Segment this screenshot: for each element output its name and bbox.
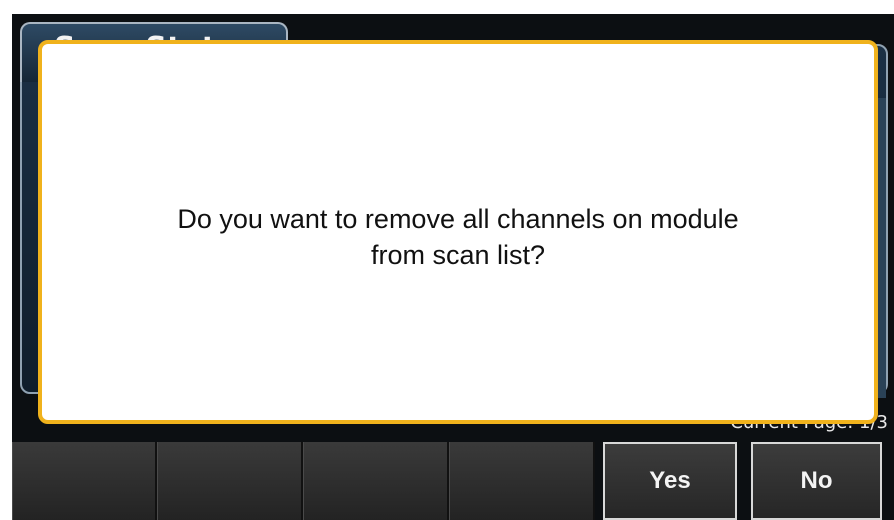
yes-button[interactable]: Yes xyxy=(603,442,737,520)
dialog-message: Do you want to remove all channels on mo… xyxy=(108,201,808,273)
confirm-dialog: Do you want to remove all channels on mo… xyxy=(38,40,878,424)
softkey-bar: Yes No xyxy=(12,442,894,520)
instrument-screen: Scan Status Current Page: 1/3 Do you wan… xyxy=(12,14,894,520)
softkey-1[interactable] xyxy=(12,442,157,520)
softkey-2[interactable] xyxy=(157,442,303,520)
dialog-message-line-2: from scan list? xyxy=(370,240,546,270)
no-button[interactable]: No xyxy=(751,442,882,520)
softkey-3[interactable] xyxy=(303,442,449,520)
softkey-4[interactable] xyxy=(449,442,595,520)
dialog-message-line-1: Do you want to remove all channels on mo… xyxy=(177,204,739,234)
